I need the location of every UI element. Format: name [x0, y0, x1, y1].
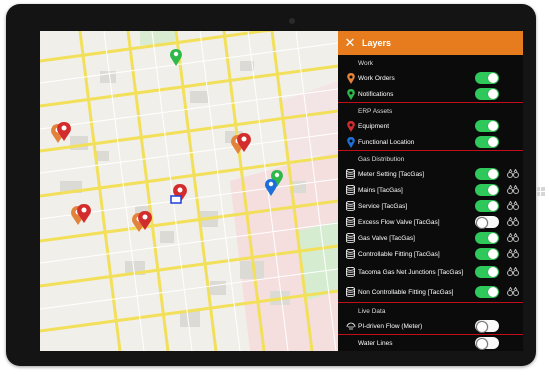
- toggle-knob: [488, 201, 498, 211]
- selected-asset-box: [170, 195, 182, 204]
- layer-row: Functional Location: [338, 134, 523, 150]
- layer-label: PI-driven Flow (Meter): [358, 322, 423, 330]
- layers-title: Layers: [362, 38, 392, 48]
- database-icon: [344, 266, 357, 278]
- layer-row: Gas Valve [TacGas]: [338, 230, 523, 246]
- binoculars-icon[interactable]: [507, 248, 519, 259]
- layers-panel: ✕ Layers Work Work Orders Notifications ERP…: [338, 31, 523, 351]
- layer-label: Work Orders: [358, 74, 395, 82]
- section-heading: Gas Distribution: [358, 156, 405, 163]
- layer-toggle[interactable]: [475, 248, 499, 260]
- layer-label: Gas Valve [TacGas]: [358, 234, 415, 242]
- tablet-frame: ✕ Layers Work Work Orders Notifications ERP…: [0, 0, 549, 375]
- layer-row: Meter Setting [TacGas]: [338, 166, 523, 182]
- blue-pin-icon: [344, 136, 357, 148]
- binoculars-icon[interactable]: [507, 216, 519, 227]
- section-heading: ERP Assets: [358, 108, 393, 115]
- layer-row: Excess Flow Valve [TacGas]: [338, 214, 523, 230]
- orange-pin-icon: [344, 72, 357, 84]
- layer-label: Tacoma Gas Net Junctions [TacGas]: [358, 268, 464, 276]
- section-heading: Live Data: [358, 308, 386, 315]
- layers-header: ✕ Layers: [338, 31, 523, 55]
- layer-label: Meter Setting [TacGas]: [358, 170, 425, 178]
- database-icon: [344, 286, 357, 298]
- layer-row: PI-driven Flow (Meter): [338, 318, 523, 334]
- layer-label: Equipment: [358, 122, 390, 130]
- layer-row: Equipment: [338, 118, 523, 134]
- layer-label: Mains [TacGas]: [358, 186, 403, 194]
- toggle-knob: [488, 89, 498, 99]
- layer-toggle[interactable]: [475, 286, 499, 298]
- toggle-knob: [488, 73, 498, 83]
- binoculars-icon[interactable]: [507, 286, 519, 297]
- toggle-knob: [488, 185, 498, 195]
- layer-toggle[interactable]: [475, 200, 499, 212]
- layer-toggle[interactable]: [475, 120, 499, 132]
- toggle-knob: [488, 287, 498, 297]
- layer-label: Notifications: [358, 90, 394, 98]
- toggle-knob: [476, 338, 488, 350]
- layer-toggle[interactable]: [475, 72, 499, 84]
- layer-toggle[interactable]: [475, 232, 499, 244]
- layer-row: Water Lines: [338, 335, 523, 351]
- layer-label: Controllable Fitting [TacGas]: [358, 250, 440, 258]
- toggle-knob: [476, 321, 488, 333]
- section-heading: Work: [358, 60, 374, 67]
- layer-row: Non Controllable Fitting [TacGas]: [338, 282, 523, 302]
- layer-toggle[interactable]: [475, 320, 499, 333]
- layer-label: Service [TacGas]: [358, 202, 408, 210]
- layer-toggle[interactable]: [475, 216, 499, 229]
- database-icon: [344, 216, 357, 228]
- toggle-knob: [488, 121, 498, 131]
- database-icon: [344, 184, 357, 196]
- layer-toggle[interactable]: [475, 136, 499, 148]
- database-icon: [344, 200, 357, 212]
- layer-section: Water Lines: [338, 335, 523, 351]
- layer-toggle[interactable]: [475, 88, 499, 100]
- database-icon: [344, 232, 357, 244]
- camera-icon: [289, 18, 295, 24]
- layer-section: Gas Distribution Meter Setting [TacGas] Ma…: [338, 151, 523, 303]
- toggle-knob: [488, 249, 498, 259]
- layer-row: Service [TacGas]: [338, 198, 523, 214]
- red-pin-icon: [344, 120, 357, 132]
- binoculars-icon[interactable]: [507, 266, 519, 277]
- database-icon: [344, 168, 357, 180]
- binoculars-icon[interactable]: [507, 232, 519, 243]
- layer-row: Notifications: [338, 86, 523, 102]
- layer-label: Excess Flow Valve [TacGas]: [358, 218, 440, 226]
- windows-button-icon[interactable]: [536, 187, 546, 197]
- layer-toggle[interactable]: [475, 266, 499, 278]
- layer-label: Water Lines: [358, 339, 393, 347]
- layer-label: Functional Location: [358, 138, 415, 146]
- layer-row: Work Orders: [338, 70, 523, 86]
- database-icon: [344, 248, 357, 260]
- layer-toggle[interactable]: [475, 184, 499, 196]
- green-pin-icon: [344, 88, 357, 100]
- layer-toggle[interactable]: [475, 337, 499, 350]
- layer-section: ERP Assets Equipment Functional Location: [338, 103, 523, 151]
- binoculars-icon[interactable]: [507, 184, 519, 195]
- toggle-knob: [488, 137, 498, 147]
- layer-label: Non Controllable Fitting [TacGas]: [358, 288, 454, 296]
- binoculars-icon[interactable]: [507, 168, 519, 179]
- flow-icon: [344, 320, 357, 332]
- app-screen: ✕ Layers Work Work Orders Notifications ERP…: [40, 31, 523, 351]
- binoculars-icon[interactable]: [507, 200, 519, 211]
- blank-icon: [344, 337, 357, 349]
- layer-row: Controllable Fitting [TacGas]: [338, 246, 523, 262]
- layer-row: Tacoma Gas Net Junctions [TacGas]: [338, 262, 523, 282]
- close-icon[interactable]: ✕: [338, 31, 362, 55]
- layer-toggle[interactable]: [475, 168, 499, 180]
- layer-row: Mains [TacGas]: [338, 182, 523, 198]
- toggle-knob: [488, 233, 498, 243]
- toggle-knob: [476, 217, 488, 229]
- layer-sections: Work Work Orders Notifications ERP Assets Eq…: [338, 55, 523, 351]
- toggle-knob: [488, 267, 498, 277]
- layer-section: Live Data PI-driven Flow (Meter): [338, 303, 523, 335]
- toggle-knob: [488, 169, 498, 179]
- layer-section: Work Work Orders Notifications: [338, 55, 523, 103]
